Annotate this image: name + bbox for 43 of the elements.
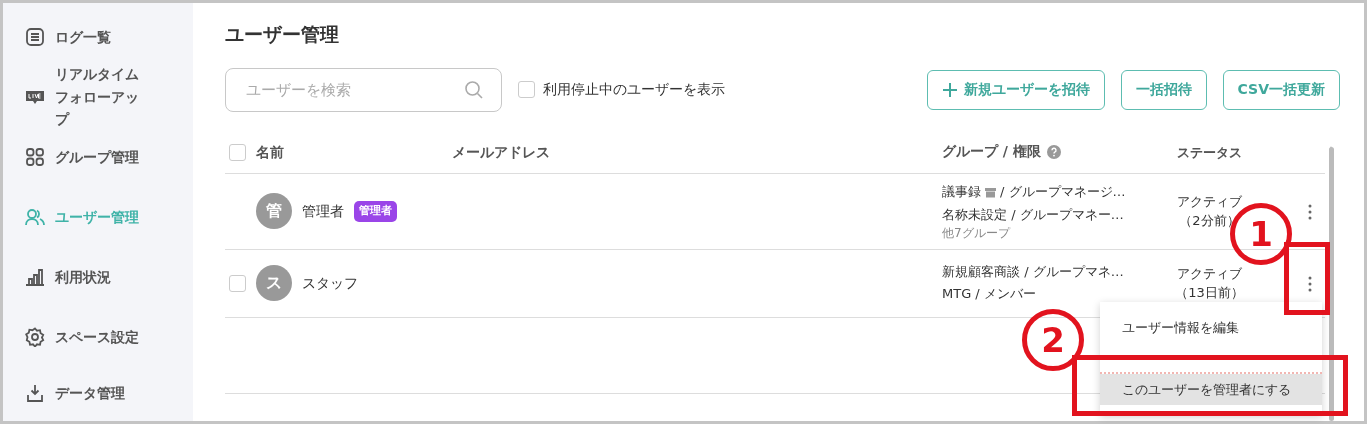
sidebar-item[interactable]: グループ管理 (3, 127, 193, 187)
search-icon (464, 79, 484, 100)
menu-item[interactable]: このユーザーを管理者にする (1100, 374, 1322, 405)
column-header: メールアドレス (452, 143, 550, 160)
checkbox[interactable] (229, 143, 246, 161)
column-header: 名前 (256, 142, 284, 162)
group-role: MTG / メンバー (942, 285, 1036, 304)
sidebar-item[interactable]: リアルタイムフォローアップ (3, 67, 193, 127)
column-header: ステータス (1177, 144, 1242, 160)
document-icon (25, 27, 45, 47)
kebab-icon (1308, 275, 1312, 292)
bar-chart-icon (25, 267, 45, 287)
sidebar-item[interactable]: スペース設定 (3, 307, 193, 367)
checkbox[interactable] (518, 81, 535, 99)
kebab-icon (1308, 203, 1312, 220)
sidebar-item[interactable]: データ管理 (3, 367, 193, 419)
role-badge: 管理者 (354, 201, 397, 222)
more-groups: 他7グループ (942, 225, 1162, 242)
last-seen: （13日前） (1174, 284, 1245, 303)
sidebar-item[interactable]: 利用状況 (3, 247, 193, 307)
grid-icon (25, 147, 45, 167)
step-number-overlay: 2 (1022, 309, 1084, 371)
search-field[interactable]: ユーザーを検索 (225, 67, 502, 112)
checkbox[interactable] (229, 274, 246, 292)
group-role: / グループマネージ… (1000, 183, 1126, 202)
avatar: ス (256, 265, 292, 302)
column-header: グループ / 権限 (942, 142, 1041, 162)
help-icon (1046, 145, 1061, 160)
users-icon (25, 207, 45, 227)
checkbox-label: 利用停止中のユーザーを表示 (543, 80, 725, 100)
avatar: 管 (256, 193, 292, 230)
settings-icon (25, 327, 45, 347)
download-icon (25, 383, 45, 403)
page-title: ユーザー管理 (225, 23, 340, 46)
user-name: スタッフ (302, 273, 358, 293)
plus-icon (941, 81, 958, 98)
status-text: アクティブ (1176, 264, 1243, 283)
group-role: 議事録 (942, 183, 981, 202)
group-role: 名称未設定 / グループマネー… (942, 205, 1124, 224)
sidebar-item[interactable]: ログ一覧 (3, 7, 193, 67)
menu-item[interactable]: ユーザー情報を編集 (1100, 312, 1322, 343)
user-name: 管理者 (302, 201, 344, 221)
group-role: 新規顧客商談 / グループマネ… (942, 263, 1124, 282)
